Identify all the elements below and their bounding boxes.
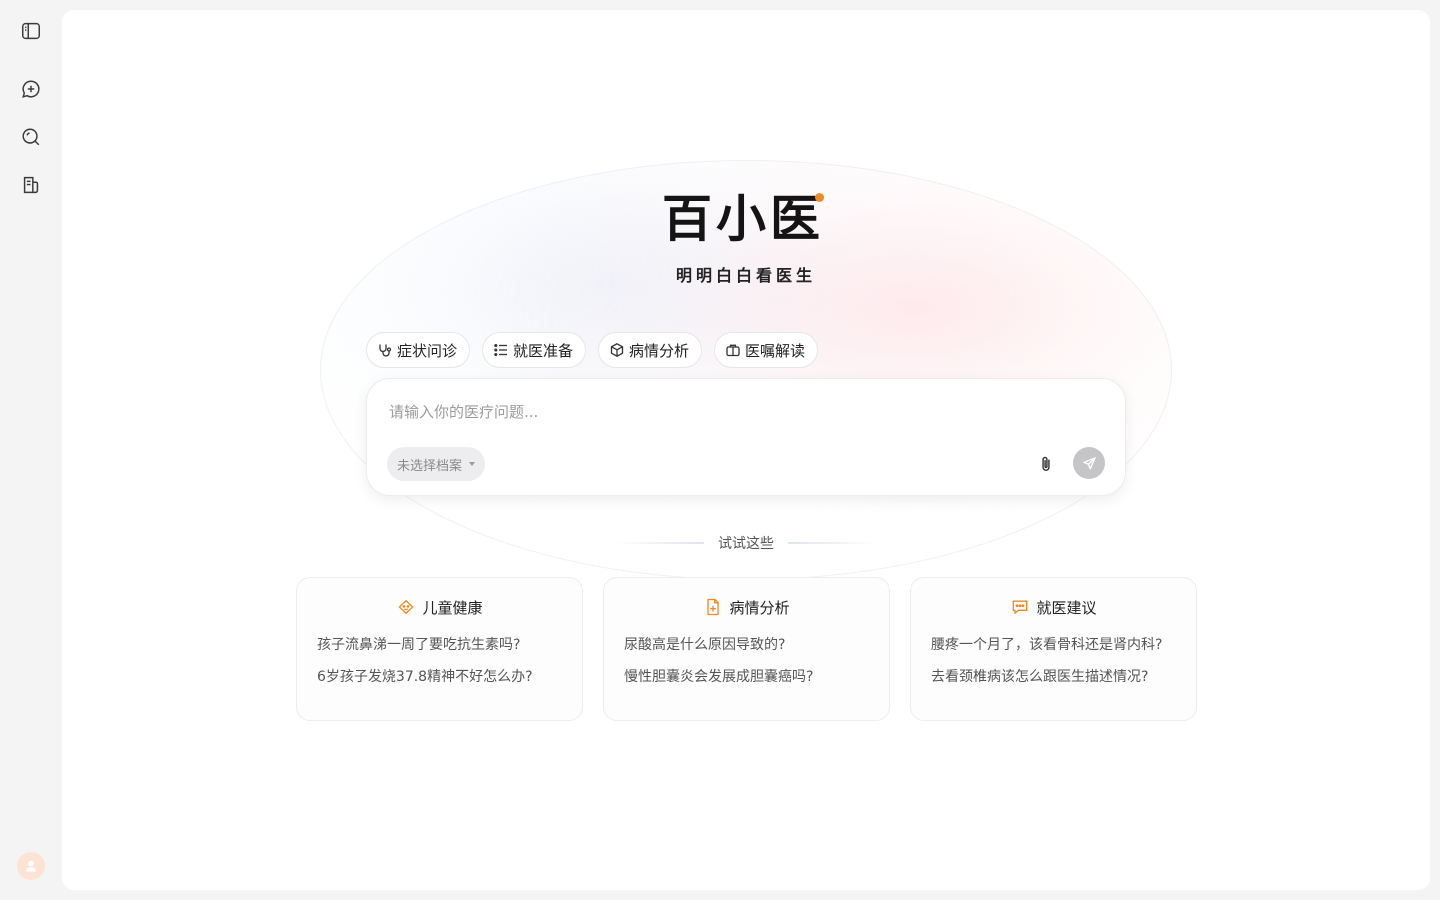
card-title: 儿童健康: [422, 598, 483, 617]
chip-label: 医嘱解读: [745, 341, 806, 360]
chat-plus-icon: [22, 80, 40, 98]
caret-down-icon: [469, 462, 476, 466]
send-icon: [1082, 456, 1096, 469]
card-header: 儿童健康: [317, 578, 562, 634]
suggested-question[interactable]: 腰疼一个月了，该看骨科还是肾内科?: [931, 634, 1176, 666]
question-input[interactable]: [387, 399, 1087, 427]
sidebar-panel-icon: [22, 22, 40, 40]
sidebar: [0, 0, 62, 900]
divider-right: [788, 542, 876, 544]
avatar[interactable]: [17, 852, 45, 880]
suggestions-heading-row: 试试这些: [616, 532, 876, 554]
logo-dot: [815, 193, 824, 202]
feature-chips: 症状问诊 就医准备 病情分析 医嘱解读: [366, 332, 819, 368]
suggested-question[interactable]: 孩子流鼻涕一周了要吃抗生素吗?: [317, 634, 562, 666]
card-title: 就医建议: [1036, 598, 1097, 617]
chip-label: 病情分析: [629, 341, 690, 360]
suggestion-card-condition-analysis: 病情分析 尿酸高是什么原因导致的? 慢性胆囊炎会发展成胆囊癌吗?: [603, 577, 890, 721]
medical-file-icon: [707, 598, 720, 616]
profile-select-label: 未选择档案: [397, 458, 463, 474]
brand-logo: 百小医: [662, 188, 832, 250]
chip-label: 症状问诊: [397, 341, 458, 360]
chip-order-interpret[interactable]: 医嘱解读: [714, 332, 819, 368]
suggested-question[interactable]: 尿酸高是什么原因导致的?: [624, 634, 869, 666]
search-button[interactable]: [15, 121, 47, 153]
profile-select[interactable]: 未选择档案: [387, 447, 486, 481]
chip-label: 就医准备: [513, 341, 574, 360]
cube-icon: [610, 343, 624, 357]
user-icon: [25, 860, 37, 872]
search-icon: [22, 128, 40, 146]
attach-button[interactable]: [1031, 449, 1061, 479]
card-title: 病情分析: [729, 598, 790, 617]
main-panel: 百小医 明明白白看医生 症状问诊 就医准备 病情分析 医嘱解读 请输入你的医疗问…: [62, 10, 1430, 890]
suggestions-heading: 试试这些: [718, 536, 774, 552]
chip-condition-analysis[interactable]: 病情分析: [598, 332, 703, 368]
document-icon: [23, 176, 39, 194]
stethoscope-icon: [379, 344, 392, 357]
records-button[interactable]: [15, 169, 47, 201]
chat-input-card: 未选择档案: [366, 378, 1126, 496]
suggestion-cards: 儿童健康 孩子流鼻涕一周了要吃抗生素吗? 6岁孩子发烧37.8精神不好怎么办? …: [296, 577, 1197, 721]
slogan: 明明白白看医生: [675, 266, 816, 285]
new-chat-button[interactable]: [15, 73, 47, 105]
chat-bubble-icon: [1013, 600, 1028, 614]
suggestion-card-visit-advice: 就医建议 腰疼一个月了，该看骨科还是肾内科? 去看颈椎病该怎么跟医生描述情况?: [910, 577, 1197, 721]
logo-text: 百小医: [662, 190, 824, 248]
suggestion-card-child-health: 儿童健康 孩子流鼻涕一周了要吃抗生素吗? 6岁孩子发烧37.8精神不好怎么办?: [296, 577, 583, 721]
chip-symptom-consult[interactable]: 症状问诊: [366, 332, 471, 368]
child-face-icon: [399, 600, 414, 614]
divider-left: [616, 542, 704, 544]
chip-visit-prep[interactable]: 就医准备: [482, 332, 587, 368]
paperclip-icon: [1042, 456, 1050, 471]
card-header: 就医建议: [931, 578, 1176, 634]
suggested-question[interactable]: 6岁孩子发烧37.8精神不好怎么办?: [317, 666, 562, 698]
suggested-question[interactable]: 慢性胆囊炎会发展成胆囊癌吗?: [624, 666, 869, 698]
card-header: 病情分析: [624, 578, 869, 634]
suggested-question[interactable]: 去看颈椎病该怎么跟医生描述情况?: [931, 666, 1176, 698]
checklist-icon: [494, 343, 508, 357]
toggle-sidebar-button[interactable]: [15, 15, 47, 47]
briefcase-icon: [726, 344, 740, 357]
send-button[interactable]: [1073, 447, 1105, 479]
